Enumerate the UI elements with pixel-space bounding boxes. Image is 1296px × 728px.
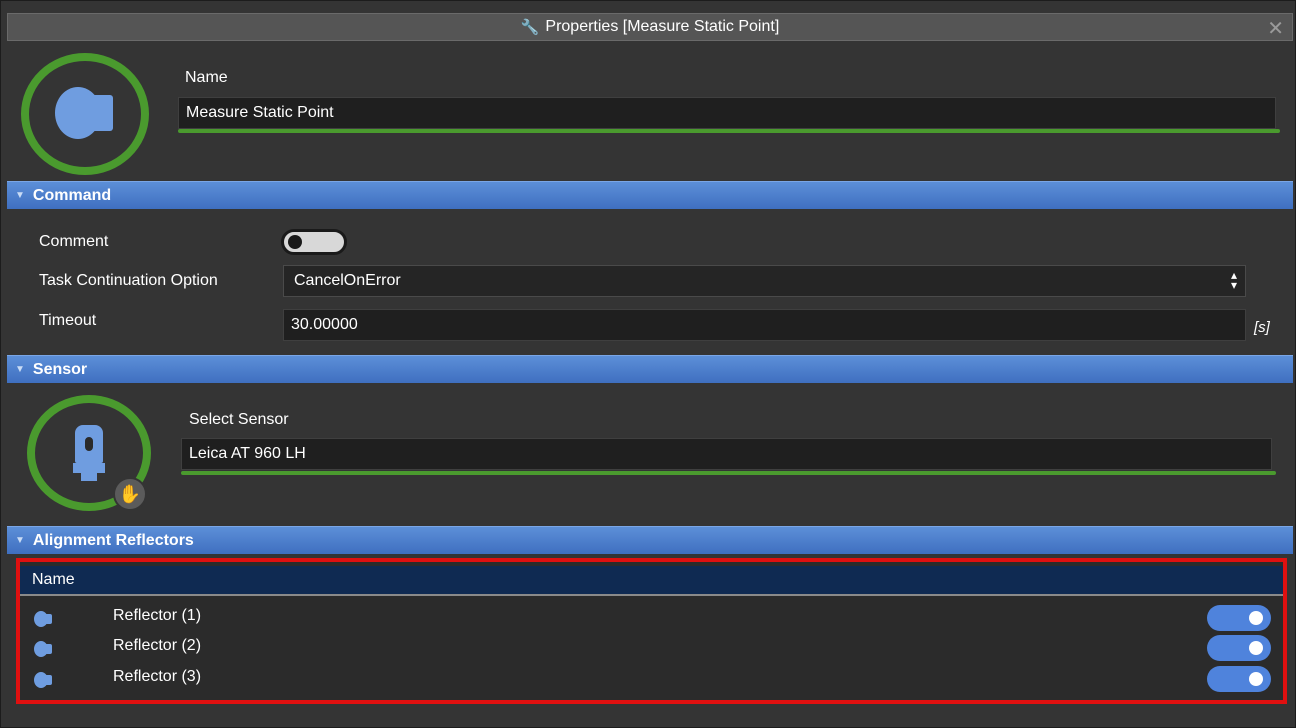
name-label: Name [185,69,228,86]
alignment-reflectors-section-header[interactable]: ▼ Alignment Reflectors [7,526,1293,554]
close-icon[interactable]: ✕ [1267,16,1284,41]
sensor-section-header[interactable]: ▼ Sensor [7,355,1293,383]
reflector-list: Name Reflector (1) Reflector (2) Reflect… [16,558,1287,704]
reflector-icon [34,641,54,657]
name-field-underline [178,129,1280,133]
name-column-header: Name [32,571,75,588]
collapse-arrow-icon: ▼ [15,364,25,375]
window-title: Properties [Measure Static Point] [545,18,780,35]
task-continuation-select[interactable]: CancelOnError ▴ ▾ [283,265,1246,297]
reflector-label: Reflector (2) [113,637,202,654]
toggle-knob [1249,611,1263,625]
reflector-label: Reflector (1) [113,607,202,624]
reflector-toggle[interactable] [1207,635,1271,661]
reflector-icon [34,611,54,627]
command-section-label: Command [32,186,112,204]
alignment-reflectors-section-label: Alignment Reflectors [32,531,194,549]
task-continuation-label: Task Continuation Option [39,272,218,289]
timeout-label: Timeout [39,312,97,329]
toggle-knob [1249,672,1263,686]
comment-label: Comment [39,233,109,250]
reflector-label: Reflector (3) [113,668,202,685]
comment-toggle[interactable] [281,229,347,255]
title-bar: 🔧 Properties [Measure Static Point] ✕ [7,13,1293,41]
measure-point-icon [21,53,149,175]
timeout-unit: [s] [1254,319,1270,336]
touch-hand-icon[interactable]: ✋ [113,477,147,511]
select-sensor-label: Select Sensor [189,411,289,428]
reflector-row-3[interactable]: Reflector (3) [20,663,1283,695]
timeout-input[interactable]: 30.00000 [283,309,1246,341]
updown-chevron-icon: ▴ ▾ [1230,268,1237,292]
sensor-section-label: Sensor [32,360,88,378]
command-section-header[interactable]: ▼ Command [7,181,1293,209]
sensor-field-underline [181,471,1276,475]
wrench-icon: 🔧 [520,19,540,36]
toggle-knob [1249,641,1263,655]
properties-window: 🔧 Properties [Measure Static Point] ✕ Na… [0,0,1296,728]
sensor-select-field[interactable]: Leica AT 960 LH [181,438,1272,470]
title-wrap: 🔧 Properties [Measure Static Point] [521,18,780,36]
task-continuation-value: CancelOnError [294,272,401,289]
reflector-toggle[interactable] [1207,605,1271,631]
collapse-arrow-icon: ▼ [15,190,25,201]
reflector-icon [34,672,54,688]
collapse-arrow-icon: ▼ [15,535,25,546]
name-field[interactable]: Measure Static Point [178,97,1276,129]
reflector-row-1[interactable]: Reflector (1) [20,602,1283,634]
reflector-row-2[interactable]: Reflector (2) [20,632,1283,664]
reflector-toggle[interactable] [1207,666,1271,692]
reflector-list-header[interactable]: Name [20,566,1283,596]
toggle-knob [288,235,302,249]
